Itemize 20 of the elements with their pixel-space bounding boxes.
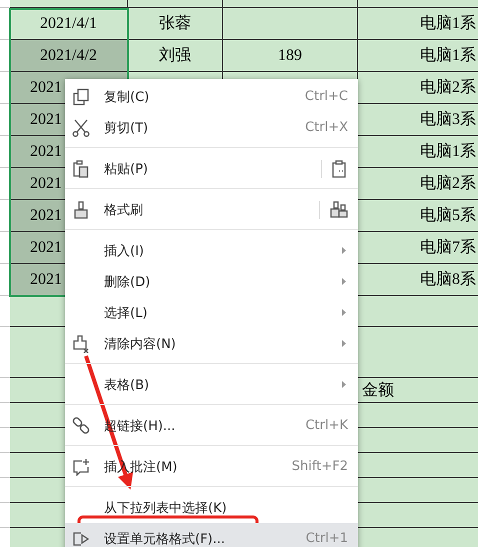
table-cell: 电脑5系 xyxy=(358,200,478,232)
menu-item[interactable]: 选择(L) xyxy=(65,297,358,328)
table-cell: 电脑7系 xyxy=(358,232,478,264)
table-cell: 张蓉 xyxy=(128,8,223,40)
table-cell: 电脑2系 xyxy=(358,168,478,200)
menu-item[interactable]: 表格(B) xyxy=(65,369,358,410)
menu-item[interactable]: 清除内容(N) xyxy=(65,328,358,369)
table-cell: 电脑1系 xyxy=(358,136,478,168)
table-cell: 189 xyxy=(223,40,358,72)
menu-item[interactable]: 从下拉列表中选择(K) xyxy=(65,492,358,523)
table-cell: 电脑3系 xyxy=(358,104,478,136)
table-cell: 电脑8系 xyxy=(358,264,478,296)
table-cell: 金额 xyxy=(358,378,478,403)
table-cell: 电脑2系 xyxy=(358,72,478,104)
table-cell: 刘强 xyxy=(128,40,223,72)
table-cell: 2021/4/1 xyxy=(10,8,128,40)
menu-item[interactable]: 设置单元格格式(F)... Ctrl+1 xyxy=(65,523,358,547)
table-cell: 电脑1系 xyxy=(358,8,478,40)
table-cell: 2021/4/2 xyxy=(10,40,128,72)
table-cell: 电脑1系 xyxy=(358,40,478,72)
